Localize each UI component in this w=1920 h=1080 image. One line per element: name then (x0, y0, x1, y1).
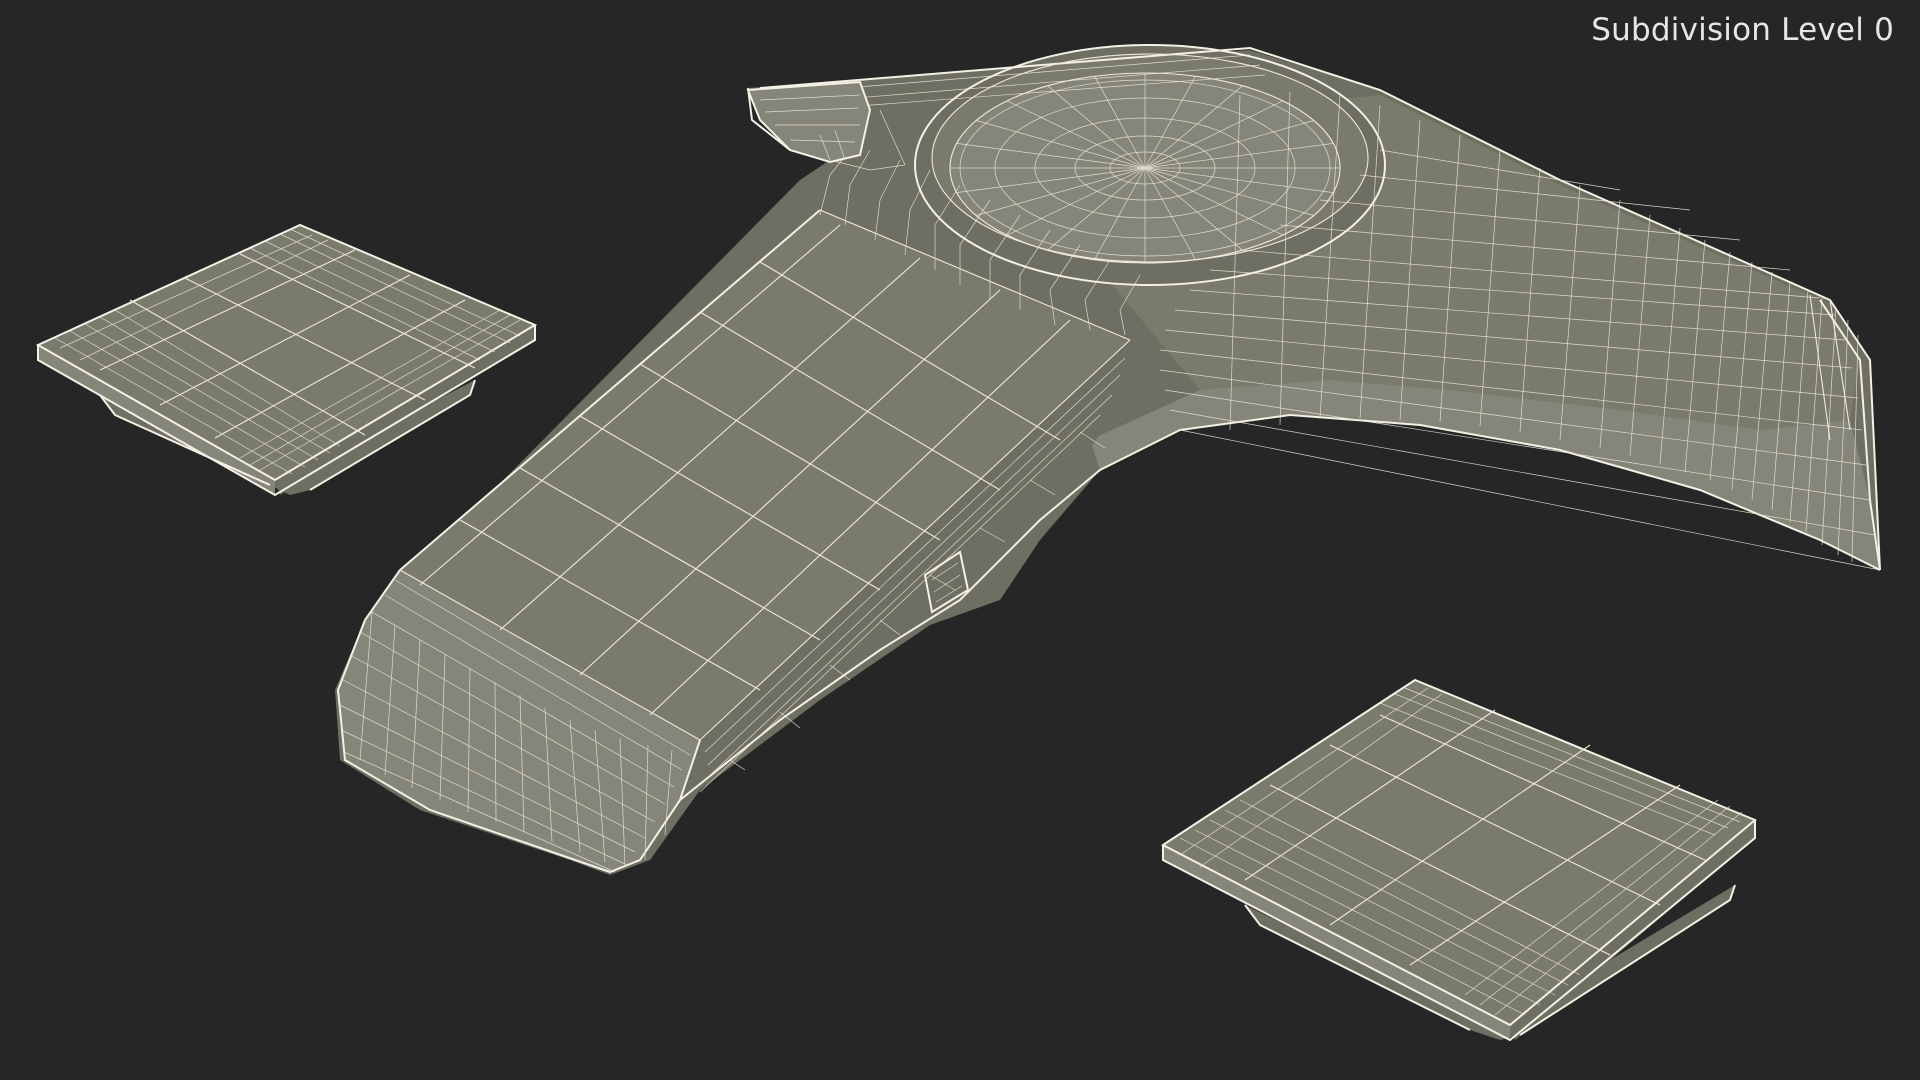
foot-pad-right-mesh (1161, 678, 1757, 1042)
wireframe-scene (35, 44, 1881, 1042)
main-body-mesh (335, 44, 1881, 875)
foot-pad-left-mesh (35, 223, 538, 497)
render-viewport: Subdivision Level 0 (0, 0, 1920, 1080)
